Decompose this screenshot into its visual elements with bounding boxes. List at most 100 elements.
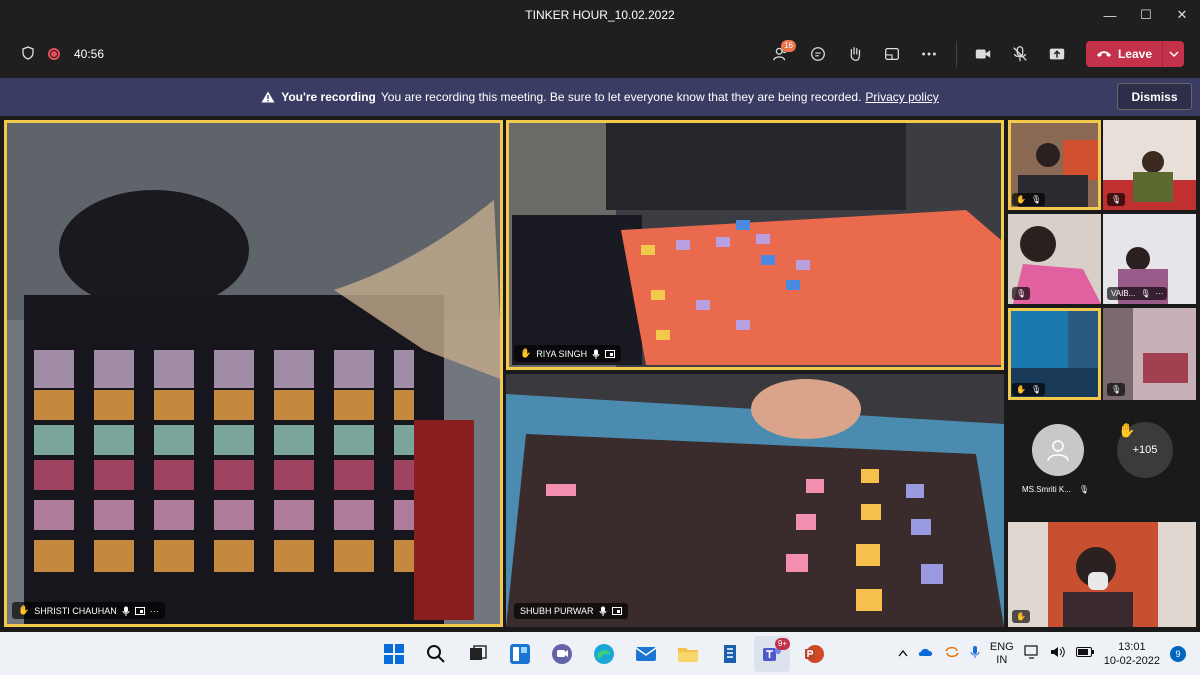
mic-icon — [599, 606, 607, 616]
volume-icon[interactable] — [1050, 645, 1066, 662]
participant-name: VAIB... — [1111, 289, 1136, 298]
powerpoint-button[interactable] — [796, 636, 832, 672]
clock-time: 13:01 — [1118, 640, 1146, 653]
chat-icon — [811, 47, 826, 61]
privacy-policy-link[interactable]: Privacy policy — [865, 90, 938, 104]
search-icon — [427, 644, 445, 663]
mic-off-icon — [1013, 46, 1028, 62]
shield-icon — [22, 45, 34, 63]
close-button[interactable]: ✕ — [1164, 0, 1200, 30]
pin-icon — [611, 607, 622, 615]
camera-icon — [976, 49, 991, 59]
rooms-button[interactable] — [874, 30, 911, 78]
more-options[interactable]: ··· — [150, 606, 159, 616]
notification-badge[interactable]: 9 — [1170, 645, 1186, 662]
avatar-label: MS.Smriti K... 🎙 — [1022, 485, 1089, 494]
mic-button[interactable] — [1002, 30, 1039, 78]
video-tile-teacher[interactable]: ✋ — [1008, 522, 1196, 627]
chevron-up-icon[interactable] — [898, 648, 908, 660]
participant-label: 🎙 — [1107, 193, 1126, 206]
windows-icon — [384, 643, 404, 664]
video-feed — [506, 120, 1004, 370]
video-feed — [506, 374, 1004, 627]
leave-button[interactable]: Leave — [1085, 41, 1184, 67]
video-tile-riya[interactable]: ✋ RIYA SINGH — [506, 120, 1004, 370]
participant-name: SHRISTI CHAUHAN — [34, 605, 117, 616]
widgets-button[interactable] — [502, 636, 538, 672]
video-tile-side-4[interactable]: VAIB... 🎙 ··· — [1103, 214, 1196, 304]
raised-hand-icon: ✋ — [1118, 422, 1136, 438]
teams-button[interactable]: 9+ — [754, 635, 790, 672]
overflow-count: +105 — [1132, 444, 1158, 456]
minimize-button[interactable]: — — [1092, 0, 1128, 30]
mic-off-icon: 🎙 — [1111, 385, 1122, 394]
video-tile-side-6[interactable]: 🎙 — [1103, 308, 1196, 400]
battery-icon[interactable] — [1075, 647, 1094, 660]
meeting-toolbar: 40:56 16 Leave — [0, 30, 1200, 78]
video-stage: ✋ SHRISTI CHAUHAN ··· ✋ RIYA SINGH SHUBH… — [0, 116, 1200, 632]
app-button-doc[interactable] — [712, 636, 748, 672]
language-indicator[interactable]: ENG IN — [990, 641, 1014, 667]
mic-off-icon: 🎙 — [1140, 289, 1151, 298]
avatar-tile[interactable]: MS.Smriti K... 🎙 — [1008, 406, 1103, 506]
task-view-button[interactable] — [460, 636, 496, 672]
banner-message: You are recording this meeting. Be sure … — [380, 90, 862, 104]
leave-dropdown[interactable] — [1162, 41, 1184, 67]
participant-label: SHUBH PURWAR — [514, 603, 628, 619]
participant-name: MS.Smriti K... — [1022, 485, 1071, 494]
mic-icon — [592, 349, 600, 359]
camera-button[interactable] — [965, 30, 1002, 78]
window-title: TINKER HOUR_10.02.2022 — [525, 8, 675, 22]
search-button[interactable] — [418, 636, 454, 672]
language-bottom: IN — [996, 653, 1008, 666]
folder-icon — [678, 647, 698, 662]
reactions-button[interactable] — [837, 30, 874, 78]
participant-label: 🎙 — [1012, 287, 1031, 300]
sync-icon[interactable] — [944, 645, 960, 662]
more-options[interactable]: ··· — [1155, 289, 1163, 298]
mail-button[interactable] — [628, 636, 664, 672]
participant-label: ✋ 🎙 — [1012, 193, 1046, 206]
clock-date: 10-02-2022 — [1103, 654, 1160, 667]
participants-button[interactable]: 16 — [763, 30, 800, 78]
dismiss-button[interactable]: Dismiss — [1117, 83, 1192, 110]
more-actions-button[interactable] — [911, 30, 948, 78]
phone-hangup-icon — [1096, 51, 1111, 57]
video-tile-side-2[interactable]: 🎙 — [1103, 120, 1196, 210]
chevron-down-icon — [1169, 51, 1178, 57]
maximize-button[interactable]: ☐ — [1128, 0, 1164, 30]
raised-hand-icon: ✋ — [1016, 195, 1026, 204]
person-icon — [1047, 440, 1069, 462]
document-app-icon — [724, 644, 736, 663]
leave-label: Leave — [1117, 47, 1152, 61]
video-feed — [1008, 522, 1196, 627]
video-tile-shubh[interactable]: SHUBH PURWAR — [506, 374, 1004, 627]
chat-app-button[interactable] — [544, 636, 580, 672]
edge-icon — [594, 643, 614, 664]
edge-button[interactable] — [586, 636, 622, 672]
toolbar-divider — [955, 41, 957, 67]
video-tile-side-1[interactable]: ✋ 🎙 — [1008, 120, 1101, 210]
participant-label: ✋ RIYA SINGH — [514, 345, 622, 362]
share-button[interactable] — [1039, 30, 1076, 78]
banner-title: You're recording — [281, 90, 376, 104]
video-tile-side-3[interactable]: 🎙 — [1008, 214, 1101, 304]
taskbar: 9+ ENG IN 13:01 10-02-2022 9 — [0, 632, 1200, 675]
onedrive-icon[interactable] — [918, 647, 934, 660]
start-button[interactable] — [376, 636, 412, 672]
meeting-timer: 40:56 — [74, 47, 105, 61]
chat-button[interactable] — [800, 30, 837, 78]
breakout-rooms-icon — [885, 47, 900, 61]
raised-hand-icon: ✋ — [520, 348, 532, 358]
mic-off-icon: 🎙 — [1030, 385, 1042, 394]
participant-name: SHUBH PURWAR — [520, 606, 594, 616]
recording-icon — [48, 48, 60, 60]
clock[interactable]: 13:01 10-02-2022 — [1104, 640, 1160, 668]
teams-badge: 9+ — [774, 637, 790, 650]
network-icon[interactable] — [1024, 645, 1040, 662]
microphone-icon[interactable] — [970, 645, 980, 662]
video-tile-side-5[interactable]: ✋ 🎙 — [1008, 308, 1101, 400]
file-explorer-button[interactable] — [670, 636, 706, 672]
participant-name: RIYA SINGH — [536, 348, 588, 359]
video-tile-shristi[interactable]: ✋ SHRISTI CHAUHAN ··· — [4, 120, 503, 627]
